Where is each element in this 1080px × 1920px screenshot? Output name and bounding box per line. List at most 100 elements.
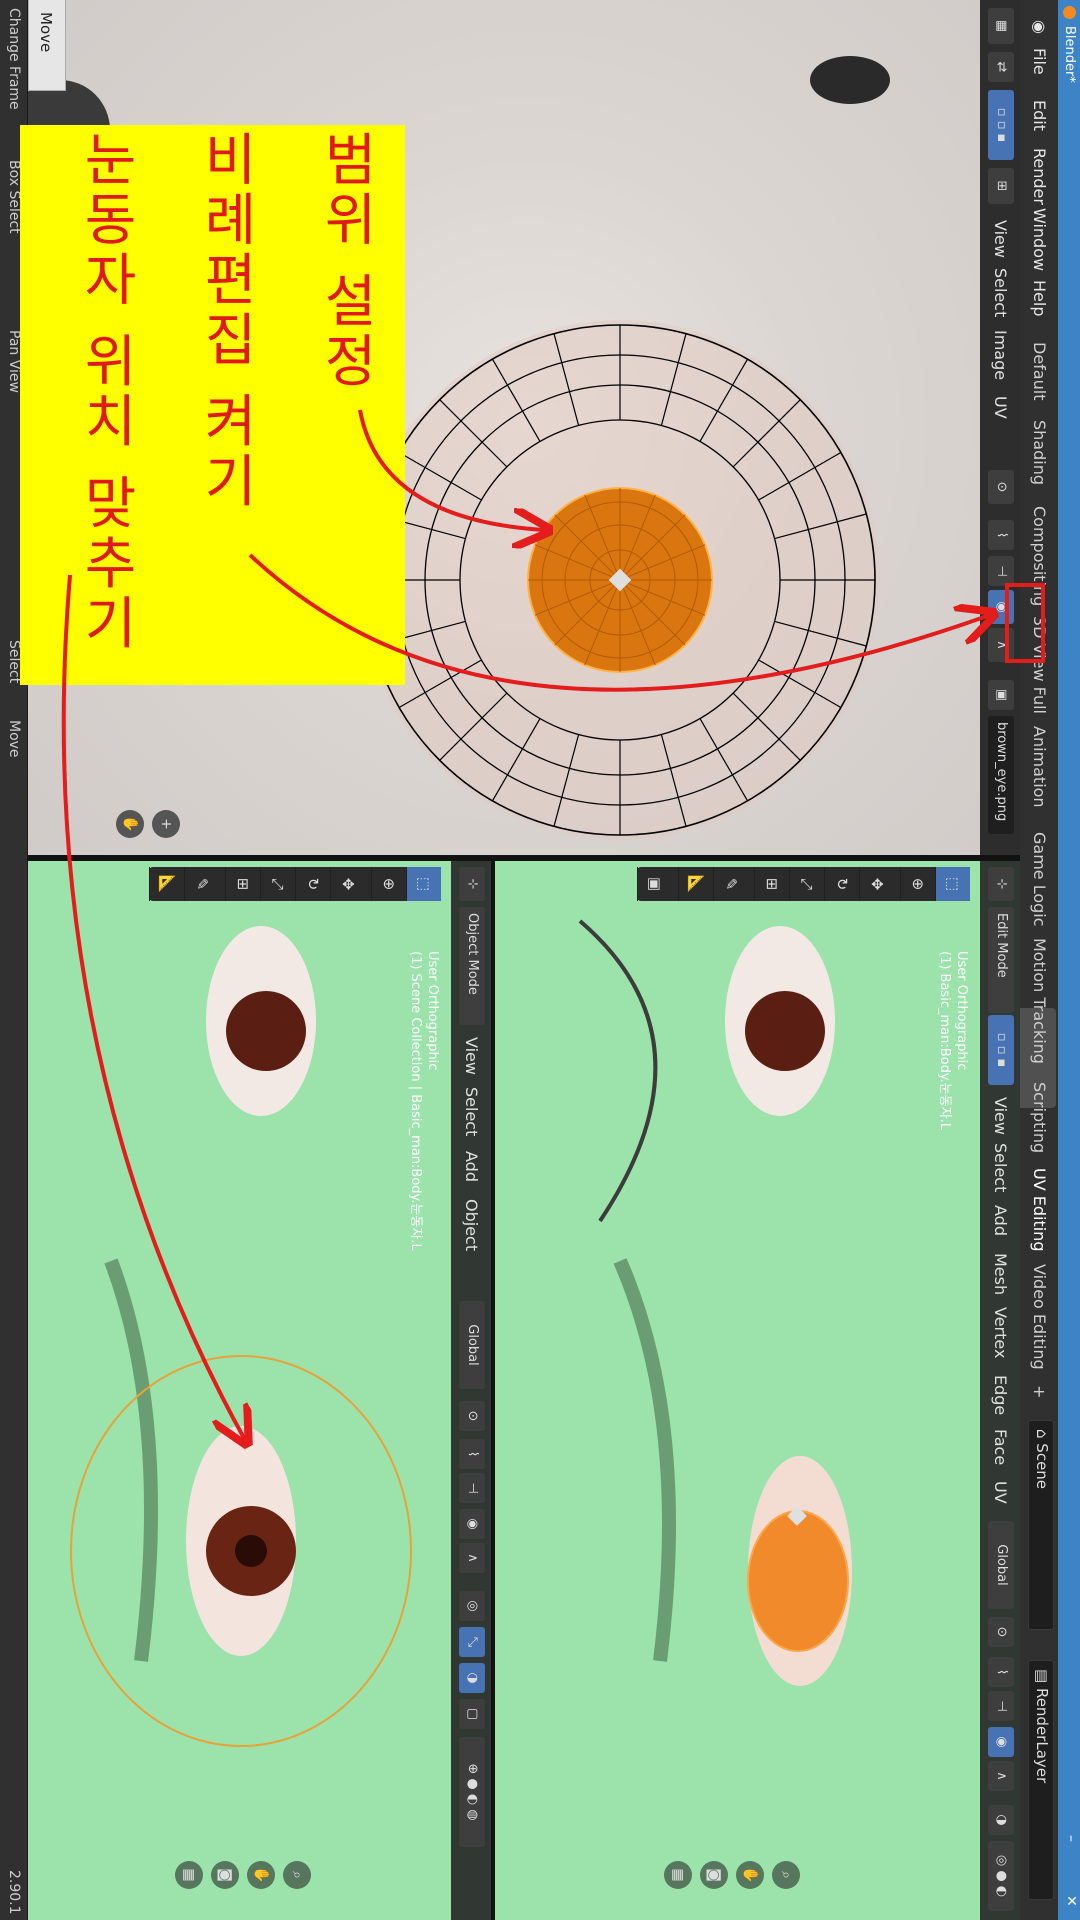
editor-type-icon[interactable]: ▦ bbox=[988, 8, 1014, 44]
zoom-button[interactable]: + bbox=[152, 810, 180, 838]
pan-button[interactable]: ✋ bbox=[736, 1861, 764, 1889]
operator-panel-move[interactable]: Move bbox=[28, 0, 66, 91]
tab-video-editing[interactable]: Video Editing bbox=[1030, 1264, 1049, 1370]
cursor-tool[interactable]: ⊕ bbox=[371, 867, 406, 901]
rotate-tool[interactable]: ↻ bbox=[295, 867, 330, 901]
vp-menu-select[interactable]: Select bbox=[991, 1143, 1010, 1192]
visibility-icon[interactable]: ◎ bbox=[459, 1591, 485, 1621]
camera-view-button[interactable]: ◙ bbox=[700, 1861, 728, 1889]
sticky-select-icon[interactable]: ⊞ bbox=[988, 168, 1014, 204]
editor-type-icon[interactable]: ⊹ bbox=[459, 867, 485, 901]
snap-target-icon[interactable]: ⊣ bbox=[988, 556, 1014, 586]
viewport-divider[interactable] bbox=[491, 861, 495, 1920]
snap-target-icon[interactable]: ⊣ bbox=[988, 1691, 1014, 1721]
snap-icon[interactable]: ⌇ bbox=[459, 1439, 485, 1469]
menu-edit[interactable]: Edit bbox=[1030, 100, 1049, 131]
vp-menu-object[interactable]: Object bbox=[462, 1199, 481, 1251]
selected-eye-mesh[interactable] bbox=[747, 1510, 849, 1652]
rotate-tool[interactable]: ↻ bbox=[824, 867, 859, 901]
toggle-ortho-button[interactable]: ▦ bbox=[175, 1861, 203, 1889]
proportional-editing-icon[interactable]: ◉ bbox=[459, 1509, 485, 1539]
mode-selector[interactable]: Edit Mode bbox=[988, 907, 1014, 1013]
tab-shading[interactable]: Shading bbox=[1030, 420, 1049, 485]
proportional-editing-icon[interactable]: ◉ bbox=[988, 1727, 1014, 1757]
close-icon[interactable]: ✕ bbox=[1063, 1895, 1079, 1907]
gizmo-icon[interactable]: ⤡ bbox=[459, 1627, 485, 1657]
sync-selection-icon[interactable]: ⇄ bbox=[988, 52, 1014, 82]
vp-menu-view[interactable]: View bbox=[991, 1097, 1010, 1135]
snap-icon[interactable]: ⌇ bbox=[988, 1657, 1014, 1687]
transform-tool[interactable]: ⊞ bbox=[225, 867, 260, 901]
camera-view-button[interactable]: ◙ bbox=[211, 1861, 239, 1889]
scene-selector[interactable]: ⌂ Scene bbox=[1028, 1420, 1054, 1630]
pivot-icon[interactable]: ⊙ bbox=[988, 470, 1014, 504]
image-name-field[interactable]: brown_eye.png bbox=[988, 716, 1014, 834]
uv-menu-image[interactable]: Image bbox=[991, 330, 1010, 380]
pivot-icon[interactable]: ⊙ bbox=[988, 1617, 1014, 1647]
uv-menu-view[interactable]: View bbox=[991, 220, 1010, 258]
cursor-tool[interactable]: ⊕ bbox=[900, 867, 935, 901]
zoom-button[interactable]: ⌕ bbox=[772, 1861, 800, 1889]
pan-button[interactable]: ✋ bbox=[116, 810, 144, 838]
select-box-tool[interactable]: ⬚ bbox=[935, 867, 970, 901]
view-layer-selector[interactable]: ▤ RenderLayer bbox=[1028, 1660, 1054, 1900]
vp-menu-select[interactable]: Select bbox=[462, 1087, 481, 1136]
blender-menu-icon[interactable]: ◉ bbox=[1030, 20, 1049, 34]
tab-scripting[interactable]: Scripting bbox=[1030, 1082, 1049, 1153]
vp-menu-edge[interactable]: Edge bbox=[991, 1375, 1010, 1415]
tab-motion-tracking[interactable]: Motion Tracking bbox=[1030, 938, 1049, 1064]
mesh-select-mode[interactable]: ▫ ▫ ▪ bbox=[988, 1015, 1014, 1085]
measure-tool[interactable]: 📐 bbox=[678, 867, 713, 901]
tab-game-logic[interactable]: Game Logic bbox=[1030, 832, 1049, 927]
menu-window[interactable]: Window bbox=[1030, 208, 1049, 271]
pivot-icon[interactable]: ⊙ bbox=[459, 1401, 485, 1431]
select-box-tool[interactable]: ⬚ bbox=[406, 867, 441, 901]
editor-type-icon[interactable]: ⊹ bbox=[988, 867, 1014, 901]
move-tool[interactable]: ✥ bbox=[330, 867, 365, 901]
move-tool[interactable]: ✥ bbox=[859, 867, 894, 901]
menu-render[interactable]: Render bbox=[1030, 148, 1049, 205]
measure-tool[interactable]: 📐 bbox=[149, 867, 184, 901]
vp-menu-view[interactable]: View bbox=[462, 1037, 481, 1075]
overlay-icon[interactable]: ◑ bbox=[988, 1805, 1014, 1835]
uv-menu-uv[interactable]: UV bbox=[991, 396, 1010, 419]
orientation-selector[interactable]: Global bbox=[459, 1301, 485, 1389]
falloff-curve-icon[interactable]: ∧ bbox=[459, 1543, 485, 1573]
tab-uv-editing[interactable]: UV Editing bbox=[1030, 1168, 1049, 1251]
add-workspace-button[interactable]: + bbox=[1030, 1385, 1049, 1398]
vp-menu-vertex[interactable]: Vertex bbox=[991, 1307, 1010, 1358]
pan-button[interactable]: ✋ bbox=[247, 1861, 275, 1889]
uv-menu-select[interactable]: Select bbox=[991, 268, 1010, 317]
snap-icon[interactable]: ⌇ bbox=[988, 520, 1014, 550]
scale-tool[interactable]: ⤢ bbox=[789, 867, 824, 901]
transform-tool[interactable]: ⊞ bbox=[754, 867, 789, 901]
scale-tool[interactable]: ⤢ bbox=[260, 867, 295, 901]
zoom-button[interactable]: ⌕ bbox=[283, 1861, 311, 1889]
tab-animation[interactable]: Animation bbox=[1030, 726, 1049, 808]
vp-menu-face[interactable]: Face bbox=[991, 1429, 1010, 1465]
vp-menu-mesh[interactable]: Mesh bbox=[991, 1253, 1010, 1295]
shading-buttons[interactable]: ◎ ● ◐ bbox=[988, 1841, 1014, 1911]
shading-buttons[interactable]: ⊕ ● ◐ ◍ bbox=[459, 1737, 485, 1847]
add-cube-tool[interactable]: ▣ bbox=[637, 867, 672, 901]
toggle-ortho-button[interactable]: ▦ bbox=[664, 1861, 692, 1889]
xray-icon[interactable]: ▢ bbox=[459, 1699, 485, 1729]
image-browse-icon[interactable]: ▣ bbox=[988, 680, 1014, 710]
vp-menu-add[interactable]: Add bbox=[462, 1151, 481, 1182]
mode-selector[interactable]: Object Mode bbox=[459, 907, 485, 1025]
menu-help[interactable]: Help bbox=[1030, 280, 1049, 316]
falloff-curve-icon[interactable]: ∧ bbox=[988, 1761, 1014, 1791]
vp-menu-add[interactable]: Add bbox=[991, 1205, 1010, 1236]
select-mode-buttons[interactable]: ▫ ▫ ▪ bbox=[988, 90, 1014, 160]
tab-default[interactable]: Default bbox=[1030, 342, 1049, 400]
menu-file[interactable]: File bbox=[1030, 48, 1049, 75]
viewport-edit-mode[interactable]: ⊹ Edit Mode ▫ ▫ ▪ View Select Add Mesh V… bbox=[495, 861, 1020, 1920]
overlay-icon[interactable]: ◑ bbox=[459, 1663, 485, 1693]
vp-menu-uv[interactable]: UV bbox=[991, 1481, 1010, 1504]
viewport-object-mode[interactable]: ⊹ Object Mode View Select Add Object Glo… bbox=[0, 861, 491, 1920]
annotate-tool[interactable]: ✎ bbox=[713, 867, 748, 901]
annotate-tool[interactable]: ✎ bbox=[184, 867, 219, 901]
snap-target-icon[interactable]: ⊣ bbox=[459, 1473, 485, 1503]
orientation-selector[interactable]: Global bbox=[988, 1521, 1014, 1609]
minimize-icon[interactable]: – bbox=[1063, 1835, 1079, 1842]
